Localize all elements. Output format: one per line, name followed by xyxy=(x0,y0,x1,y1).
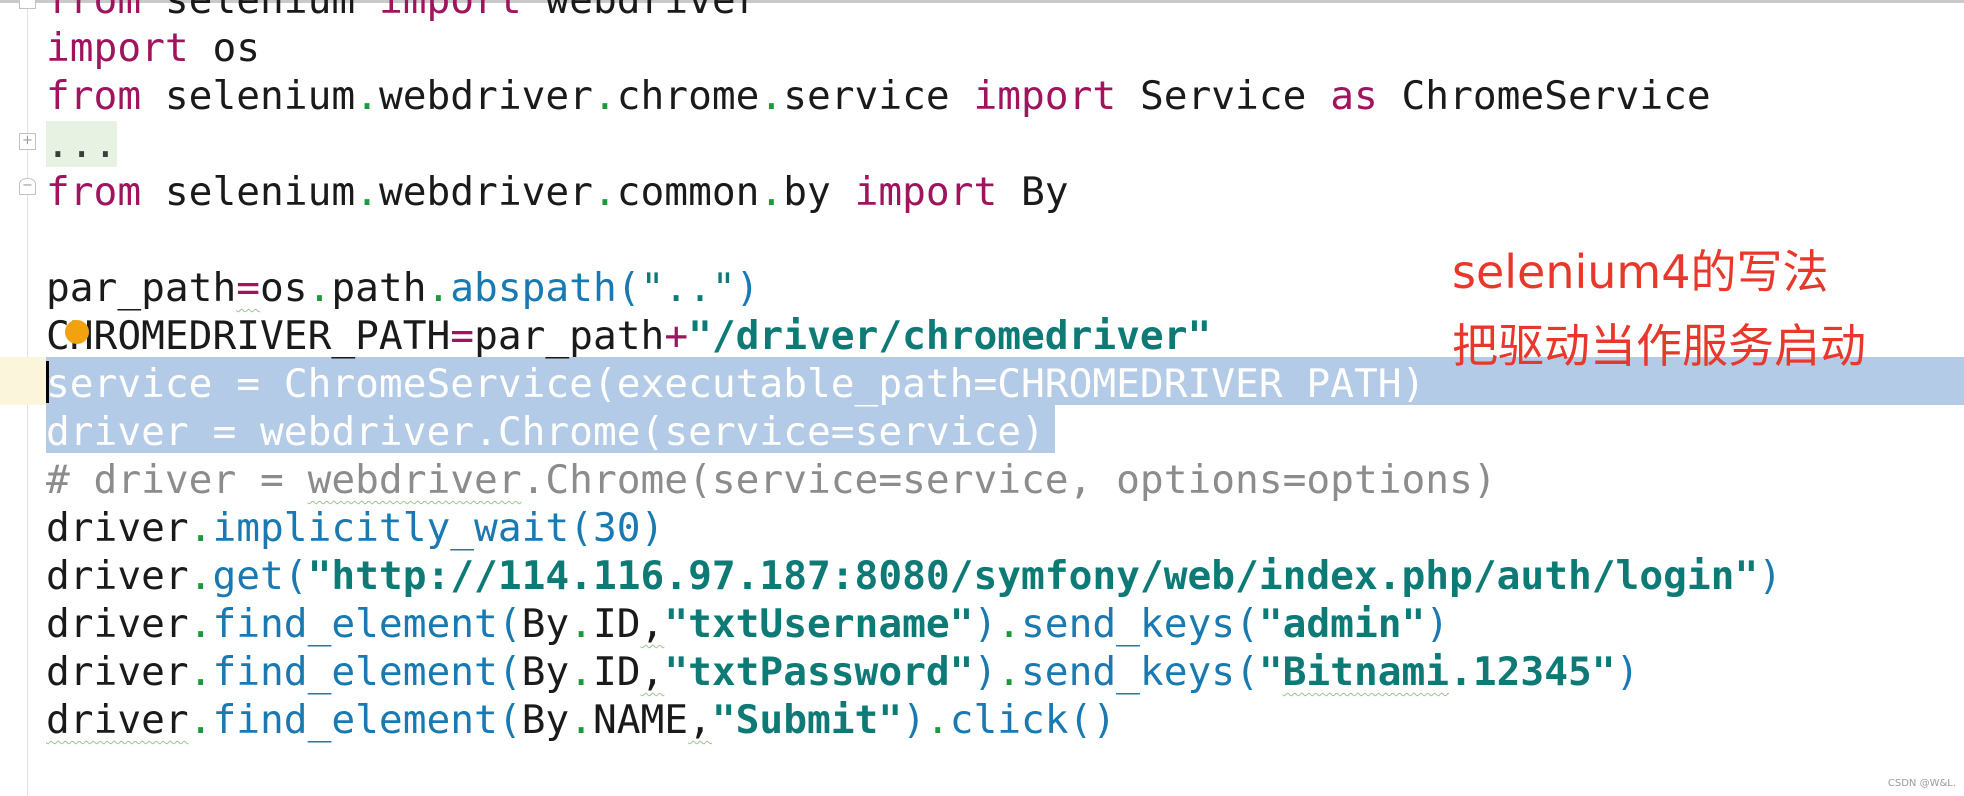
fold-collapse-icon[interactable]: − xyxy=(19,178,36,195)
folded-region[interactable]: ... xyxy=(46,120,1782,168)
code-line: driver.find_element(By.ID,"txtPassword")… xyxy=(46,649,1640,695)
fold-expand-icon[interactable]: + xyxy=(19,133,36,150)
annotation-title: selenium4的写法 xyxy=(1452,245,1829,299)
code-line: driver.find_element(By.NAME,"Submit").cl… xyxy=(46,697,1117,743)
code-line: from selenium.webdriver.chrome.service i… xyxy=(46,73,1711,119)
fold-collapse-icon[interactable] xyxy=(19,0,36,9)
code-line: driver.get("http://114.116.97.187:8080/s… xyxy=(46,553,1783,599)
code-line: driver.implicitly_wait(30) xyxy=(46,505,665,551)
code-line: import os xyxy=(46,25,261,71)
annotation-subtitle: 把驱动当作服务启动 xyxy=(1452,319,1866,373)
watermark: CSDN @W&L. xyxy=(1887,778,1956,789)
code-line: driver.find_element(By.ID,"txtUsername")… xyxy=(46,601,1450,647)
code-comment: # driver = webdriver.Chrome(service=serv… xyxy=(46,457,1497,503)
code-line: from selenium.webdriver.common.by import… xyxy=(46,169,1069,215)
current-line-highlight xyxy=(0,357,46,405)
text-cursor xyxy=(46,361,49,403)
code-line: driver = webdriver.Chrome(service=servic… xyxy=(46,409,1045,455)
code-line: from selenium import webdriver xyxy=(46,0,760,23)
breakpoint-icon[interactable] xyxy=(65,320,89,344)
